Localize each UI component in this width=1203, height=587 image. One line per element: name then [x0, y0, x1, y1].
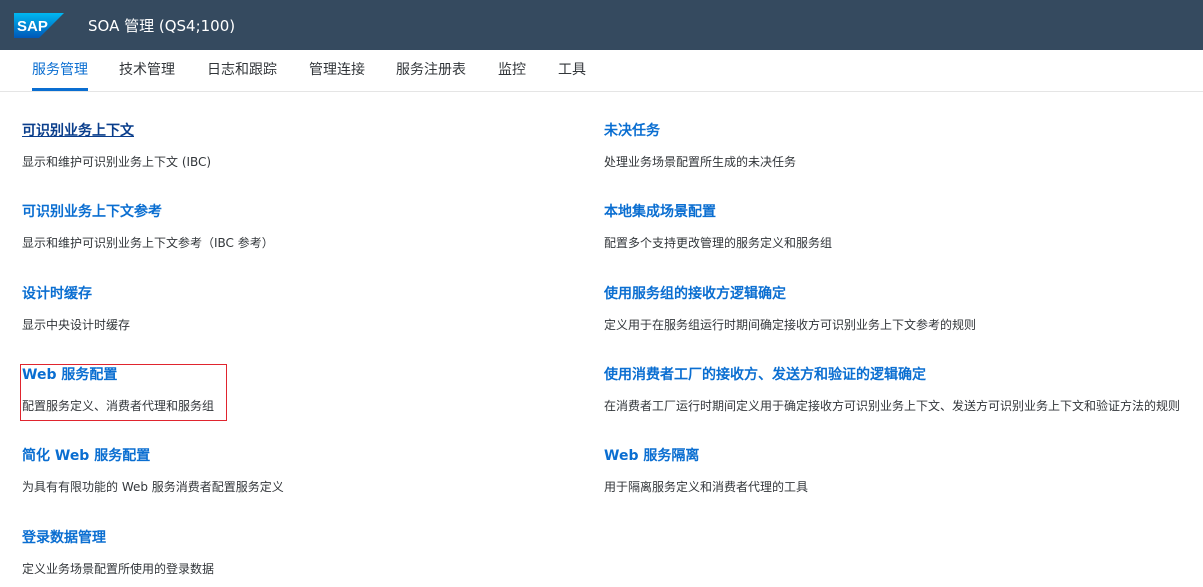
desc-design-time-cache: 显示中央设计时缓存 [22, 318, 131, 332]
link-logon-data-management[interactable]: 登录数据管理 [22, 529, 214, 547]
entry-simplified-web-service-config: 简化 Web 服务配置 为具有有限功能的 Web 服务消费者配置服务定义 [22, 447, 284, 495]
app-title: SOA 管理 (QS4;100) [88, 17, 236, 35]
link-receiver-determination-service-groups[interactable]: 使用服务组的接收方逻辑确定 [604, 285, 976, 303]
link-ibc-reference[interactable]: 可识别业务上下文参考 [22, 203, 274, 221]
page: SAP SOA 管理 (QS4;100) 服务管理 技术管理 日志和跟踪 管理连… [0, 0, 1203, 587]
link-consumer-factory-determination[interactable]: 使用消费者工厂的接收方、发送方和验证的逻辑确定 [604, 366, 1180, 384]
entry-local-integration-scenario: 本地集成场景配置 配置多个支持更改管理的服务定义和服务组 [604, 203, 832, 251]
desc-local-integration-scenario: 配置多个支持更改管理的服务定义和服务组 [604, 236, 833, 250]
link-design-time-cache[interactable]: 设计时缓存 [22, 285, 130, 303]
desc-consumer-factory-determination: 在消费者工厂运行时期间定义用于确定接收方可识别业务上下文、发送方可识别业务上下文… [604, 399, 1181, 413]
tab-service-registry[interactable]: 服务注册表 [396, 50, 466, 91]
highlight-box [20, 364, 227, 421]
entry-receiver-determination-service-groups: 使用服务组的接收方逻辑确定 定义用于在服务组运行时期间确定接收方可识别业务上下文… [604, 285, 976, 333]
entry-design-time-cache: 设计时缓存 显示中央设计时缓存 [22, 285, 130, 333]
entry-logon-data-management: 登录数据管理 定义业务场景配置所使用的登录数据 [22, 529, 214, 577]
link-local-integration-scenario[interactable]: 本地集成场景配置 [604, 203, 832, 221]
tab-monitoring[interactable]: 监控 [498, 50, 526, 91]
link-web-service-isolation[interactable]: Web 服务隔离 [604, 447, 808, 465]
tab-bar: 服务管理 技术管理 日志和跟踪 管理连接 服务注册表 监控 工具 [0, 50, 1203, 92]
shell-header: SAP SOA 管理 (QS4;100) [0, 0, 1203, 50]
entry-consumer-factory-determination: 使用消费者工厂的接收方、发送方和验证的逻辑确定 在消费者工厂运行时期间定义用于确… [604, 366, 1180, 414]
desc-identifiable-business-context: 显示和维护可识别业务上下文 (IBC) [22, 155, 212, 169]
entry-pending-tasks: 未决任务 处理业务场景配置所生成的未决任务 [604, 122, 796, 170]
tab-logging-tracing[interactable]: 日志和跟踪 [207, 50, 277, 91]
desc-logon-data-management: 定义业务场景配置所使用的登录数据 [22, 562, 215, 576]
tab-technical-management[interactable]: 技术管理 [119, 50, 175, 91]
desc-pending-tasks: 处理业务场景配置所生成的未决任务 [604, 155, 797, 169]
entry-ibc-reference: 可识别业务上下文参考 显示和维护可识别业务上下文参考（IBC 参考） [22, 203, 274, 251]
link-pending-tasks[interactable]: 未决任务 [604, 122, 796, 140]
desc-receiver-determination-service-groups: 定义用于在服务组运行时期间确定接收方可识别业务上下文参考的规则 [604, 318, 977, 332]
link-simplified-web-service-config[interactable]: 简化 Web 服务配置 [22, 447, 284, 465]
desc-web-service-isolation: 用于隔离服务定义和消费者代理的工具 [604, 480, 809, 494]
entry-identifiable-business-context: 可识别业务上下文 显示和维护可识别业务上下文 (IBC) [22, 122, 211, 170]
tab-tools[interactable]: 工具 [558, 50, 586, 91]
link-identifiable-business-context[interactable]: 可识别业务上下文 [22, 122, 211, 140]
desc-simplified-web-service-config: 为具有有限功能的 Web 服务消费者配置服务定义 [22, 480, 284, 494]
tab-service-management[interactable]: 服务管理 [32, 50, 88, 91]
tab-manage-connections[interactable]: 管理连接 [309, 50, 365, 91]
sap-logo-text: SAP [17, 18, 48, 35]
entry-web-service-isolation: Web 服务隔离 用于隔离服务定义和消费者代理的工具 [604, 447, 808, 495]
desc-ibc-reference: 显示和维护可识别业务上下文参考（IBC 参考） [22, 236, 274, 250]
sap-logo[interactable]: SAP [14, 13, 64, 38]
